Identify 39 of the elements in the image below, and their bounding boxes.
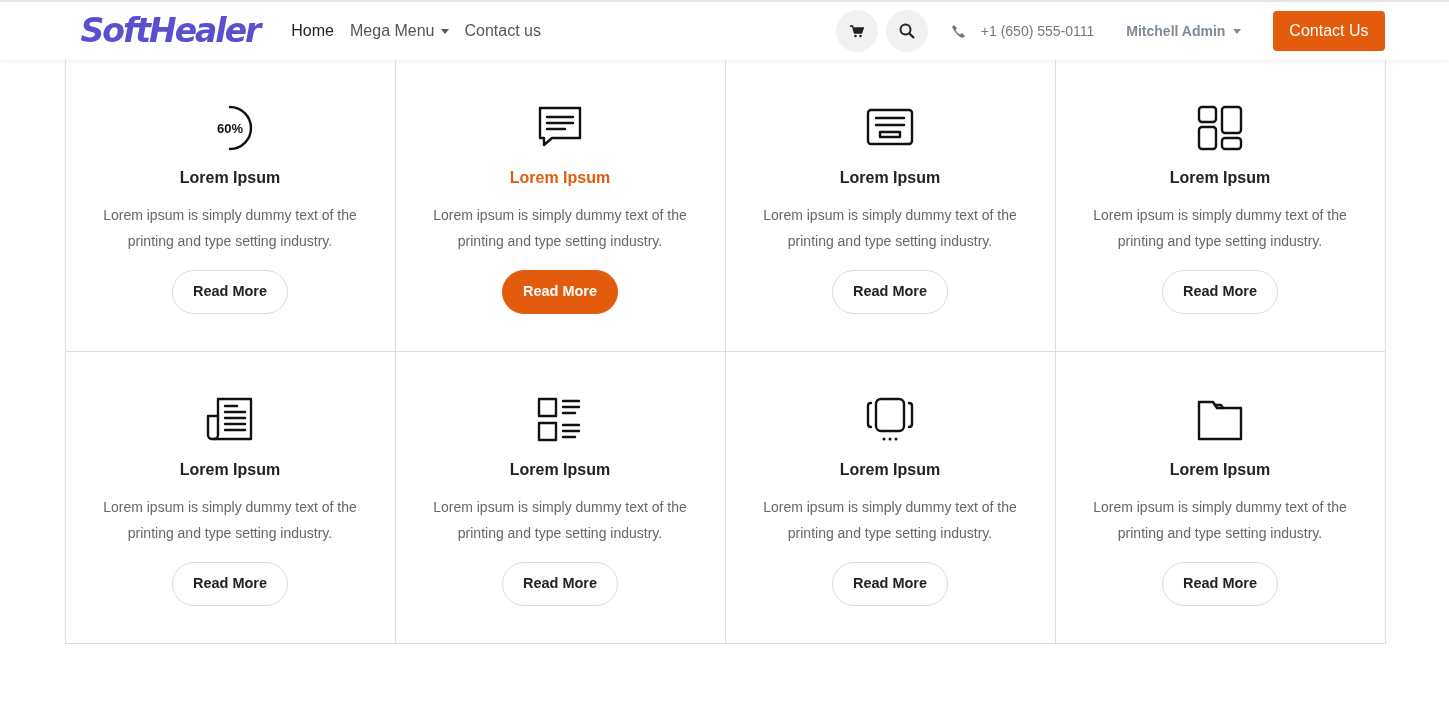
feature-title: Lorem Ipsum (839, 460, 941, 480)
phone-icon (951, 24, 965, 38)
feature-title: Lorem Ipsum (1169, 460, 1271, 480)
search-icon (898, 23, 915, 39)
feature-title: Lorem Ipsum (179, 168, 281, 188)
read-more-button[interactable]: Read More (501, 562, 619, 606)
feature-description: Lorem ipsum is simply dummy text of the printing and type setting industry. (102, 206, 358, 251)
caret-icon (1233, 29, 1242, 35)
nav-link[interactable]: Contact us (456, 19, 549, 43)
read-more-button[interactable]: Read More (1161, 270, 1279, 314)
cart-button[interactable] (835, 10, 878, 52)
feature-description: Lorem ipsum is simply dummy text of the printing and type setting industry. (1092, 206, 1348, 251)
feature-description: Lorem ipsum is simply dummy text of the printing and type setting industry. (1092, 498, 1348, 543)
phone-number: +1 (650) 555-0111 (980, 21, 1095, 41)
contact-us-button[interactable]: Contact Us (1273, 11, 1385, 51)
dropdown-menu-link[interactable]: Mega Menu (342, 19, 457, 43)
user-menu[interactable]: Mitchell Admin (1126, 20, 1242, 42)
feature-description: Lorem ipsum is simply dummy text of the printing and type setting industry. (762, 498, 1018, 543)
feature-description: Lorem ipsum is simply dummy text of the printing and type setting industry. (432, 206, 688, 251)
read-more-button[interactable]: Read More (171, 562, 289, 606)
feature-description: Lorem ipsum is simply dummy text of the printing and type setting industry. (432, 498, 688, 543)
nav-link[interactable]: Home (283, 19, 342, 43)
feature-title: Lorem Ipsum (1169, 168, 1271, 188)
feature-title: Lorem Ipsum (179, 460, 281, 480)
feature-description: Lorem ipsum is simply dummy text of the printing and type setting industry. (762, 206, 1018, 251)
dashboard-icon (1196, 104, 1244, 152)
read-more-button[interactable]: Read More (1161, 562, 1279, 606)
read-more-button[interactable]: Read More (831, 562, 949, 606)
logo[interactable]: SoftHealer (80, 6, 260, 56)
feature-description: Lorem ipsum is simply dummy text of the printing and type setting industry. (102, 498, 358, 543)
progress-percent: 60% (217, 121, 243, 136)
read-more-button[interactable]: Read More (831, 270, 949, 314)
feature-title: Lorem Ipsum (509, 168, 611, 188)
read-more-button[interactable]: Read More (171, 270, 289, 314)
feature-title: Lorem Ipsum (509, 460, 611, 480)
cart-icon (849, 24, 864, 38)
feature-title: Lorem Ipsum (839, 168, 941, 188)
read-more-button[interactable]: Read More (501, 270, 619, 314)
search-button[interactable] (885, 10, 928, 52)
